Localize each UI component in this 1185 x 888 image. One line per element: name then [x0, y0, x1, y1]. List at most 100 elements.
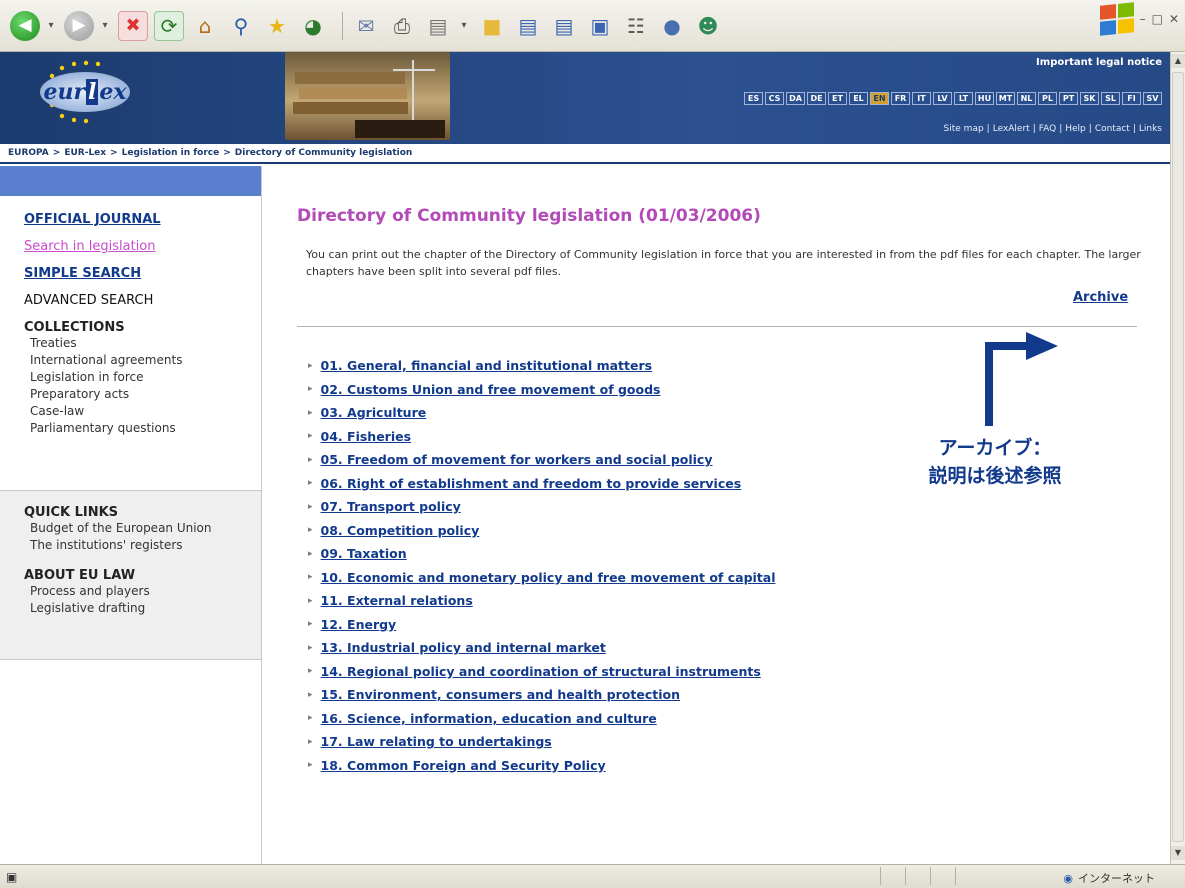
chapter-link[interactable]: 07. Transport policy: [321, 499, 461, 514]
chapter-link[interactable]: 04. Fisheries: [321, 429, 412, 444]
collection-item[interactable]: International agreements: [24, 352, 261, 369]
forward-icon[interactable]: ▶: [64, 10, 94, 41]
language-sv-button[interactable]: SV: [1143, 92, 1162, 105]
chapter-link[interactable]: 18. Common Foreign and Security Policy: [321, 758, 606, 773]
print-icon[interactable]: ⎙: [387, 11, 417, 41]
scroll-up-icon[interactable]: ▲: [1171, 54, 1185, 68]
language-nl-button[interactable]: NL: [1017, 92, 1036, 105]
about-eu-law-list: Process and players Legislative drafting: [24, 583, 261, 617]
eurlex-logo[interactable]: eur l ex: [30, 60, 140, 124]
scroll-down-icon[interactable]: ▼: [1171, 846, 1185, 860]
save-icon[interactable]: ▣: [585, 11, 615, 41]
breadcrumb-separator: >: [52, 148, 61, 158]
forward-dropdown-icon[interactable]: ▾: [100, 11, 110, 41]
banner-link[interactable]: Site map: [944, 124, 984, 134]
language-it-button[interactable]: IT: [912, 92, 931, 105]
language-sk-button[interactable]: SK: [1080, 92, 1099, 105]
chapter-link[interactable]: 03. Agriculture: [321, 405, 427, 420]
document-copy-icon[interactable]: ▤: [549, 11, 579, 41]
collection-item[interactable]: Parliamentary questions: [24, 420, 261, 437]
legal-notice-link[interactable]: Important legal notice: [1036, 57, 1162, 68]
language-lv-button[interactable]: LV: [933, 92, 952, 105]
language-hu-button[interactable]: HU: [975, 92, 994, 105]
archive-link[interactable]: Archive: [1073, 290, 1128, 305]
banner-link[interactable]: Help: [1065, 124, 1086, 134]
official-journal-link[interactable]: OFFICIAL JOURNAL: [24, 212, 261, 227]
breadcrumb-item[interactable]: EUROPA: [8, 148, 49, 158]
stop-icon[interactable]: ✖: [118, 10, 148, 41]
language-pt-button[interactable]: PT: [1059, 92, 1078, 105]
research-icon[interactable]: ☷: [621, 11, 651, 41]
language-fr-button[interactable]: FR: [891, 92, 910, 105]
edit-icon[interactable]: ▤: [423, 11, 453, 41]
collection-item[interactable]: Preparatory acts: [24, 386, 261, 403]
collection-item[interactable]: Treaties: [24, 335, 261, 352]
quick-link-item[interactable]: The institutions' registers: [24, 537, 261, 554]
edit-dropdown-icon[interactable]: ▾: [459, 11, 469, 41]
language-en-button[interactable]: EN: [870, 92, 889, 105]
search-in-legislation-link[interactable]: Search in legislation: [24, 239, 261, 254]
chapter-link[interactable]: 17. Law relating to undertakings: [321, 734, 552, 749]
language-et-button[interactable]: ET: [828, 92, 847, 105]
about-eu-law-heading: ABOUT EU LAW: [24, 568, 136, 583]
favorites-icon[interactable]: ★: [262, 11, 292, 41]
back-icon[interactable]: ◀: [10, 10, 40, 41]
scrollbar-thumb[interactable]: [1172, 72, 1184, 842]
back-dropdown-icon[interactable]: ▾: [46, 11, 56, 41]
chapter-link[interactable]: 05. Freedom of movement for workers and …: [321, 452, 713, 467]
chapter-link[interactable]: 14. Regional policy and coordination of …: [321, 664, 761, 679]
annotation-line-1: アーカイブ：: [938, 437, 1052, 459]
language-pl-button[interactable]: PL: [1038, 92, 1057, 105]
restore-icon[interactable]: □: [1152, 12, 1163, 26]
history-icon[interactable]: ◕: [298, 11, 328, 41]
chapter-link[interactable]: 01. General, financial and institutional…: [321, 358, 653, 373]
chapter-link[interactable]: 02. Customs Union and free movement of g…: [321, 382, 661, 397]
language-es-button[interactable]: ES: [744, 92, 763, 105]
chapter-link[interactable]: 06. Right of establishment and freedom t…: [321, 476, 742, 491]
breadcrumb-item[interactable]: EUR-Lex: [64, 148, 106, 158]
language-mt-button[interactable]: MT: [996, 92, 1015, 105]
language-de-button[interactable]: DE: [807, 92, 826, 105]
collection-item[interactable]: Legislation in force: [24, 369, 261, 386]
advanced-search-link[interactable]: ADVANCED SEARCH: [24, 293, 261, 308]
chapter-link[interactable]: 16. Science, information, education and …: [321, 711, 657, 726]
simple-search-link[interactable]: SIMPLE SEARCH: [24, 266, 261, 281]
language-fi-button[interactable]: FI: [1122, 92, 1141, 105]
chapter-link[interactable]: 10. Economic and monetary policy and fre…: [321, 570, 776, 585]
language-lt-button[interactable]: LT: [954, 92, 973, 105]
banner-link[interactable]: Contact: [1095, 124, 1130, 134]
chapter-link[interactable]: 12. Energy: [321, 617, 397, 632]
arrow-right-icon: ▸: [308, 642, 313, 653]
quick-link-item[interactable]: Budget of the European Union: [24, 520, 261, 537]
annotation-arrow-bar: [985, 342, 1029, 350]
vertical-scrollbar[interactable]: ▲ ▼: [1170, 52, 1185, 864]
folder-icon[interactable]: ■: [477, 11, 507, 41]
collection-item[interactable]: Case-law: [24, 403, 261, 420]
search-icon[interactable]: ⚲: [226, 11, 256, 41]
document-icon[interactable]: ▤: [513, 11, 543, 41]
status-divider: [955, 867, 956, 885]
about-item[interactable]: Process and players: [24, 583, 261, 600]
chapter-link[interactable]: 11. External relations: [321, 593, 473, 608]
banner-link[interactable]: FAQ: [1039, 124, 1056, 134]
chapter-link[interactable]: 09. Taxation: [321, 546, 407, 561]
chapter-link[interactable]: 13. Industrial policy and internal marke…: [321, 640, 606, 655]
minimize-icon[interactable]: –: [1140, 12, 1146, 26]
window-controls: – □ ✕: [1099, 2, 1179, 36]
people-icon[interactable]: ☻: [693, 11, 723, 41]
chapter-link[interactable]: 08. Competition policy: [321, 523, 480, 538]
language-cs-button[interactable]: CS: [765, 92, 784, 105]
banner-link[interactable]: LexAlert: [993, 124, 1030, 134]
breadcrumb-item[interactable]: Legislation in force: [122, 148, 220, 158]
chapter-link[interactable]: 15. Environment, consumers and health pr…: [321, 687, 680, 702]
refresh-icon[interactable]: ⟳: [154, 10, 184, 41]
mail-icon[interactable]: ✉: [351, 11, 381, 41]
language-el-button[interactable]: EL: [849, 92, 868, 105]
language-da-button[interactable]: DA: [786, 92, 805, 105]
banner-link[interactable]: Links: [1139, 124, 1162, 134]
messenger-icon[interactable]: ●: [657, 11, 687, 41]
language-sl-button[interactable]: SL: [1101, 92, 1120, 105]
about-item[interactable]: Legislative drafting: [24, 600, 261, 617]
close-icon[interactable]: ✕: [1169, 12, 1179, 26]
home-icon[interactable]: ⌂: [190, 11, 220, 41]
